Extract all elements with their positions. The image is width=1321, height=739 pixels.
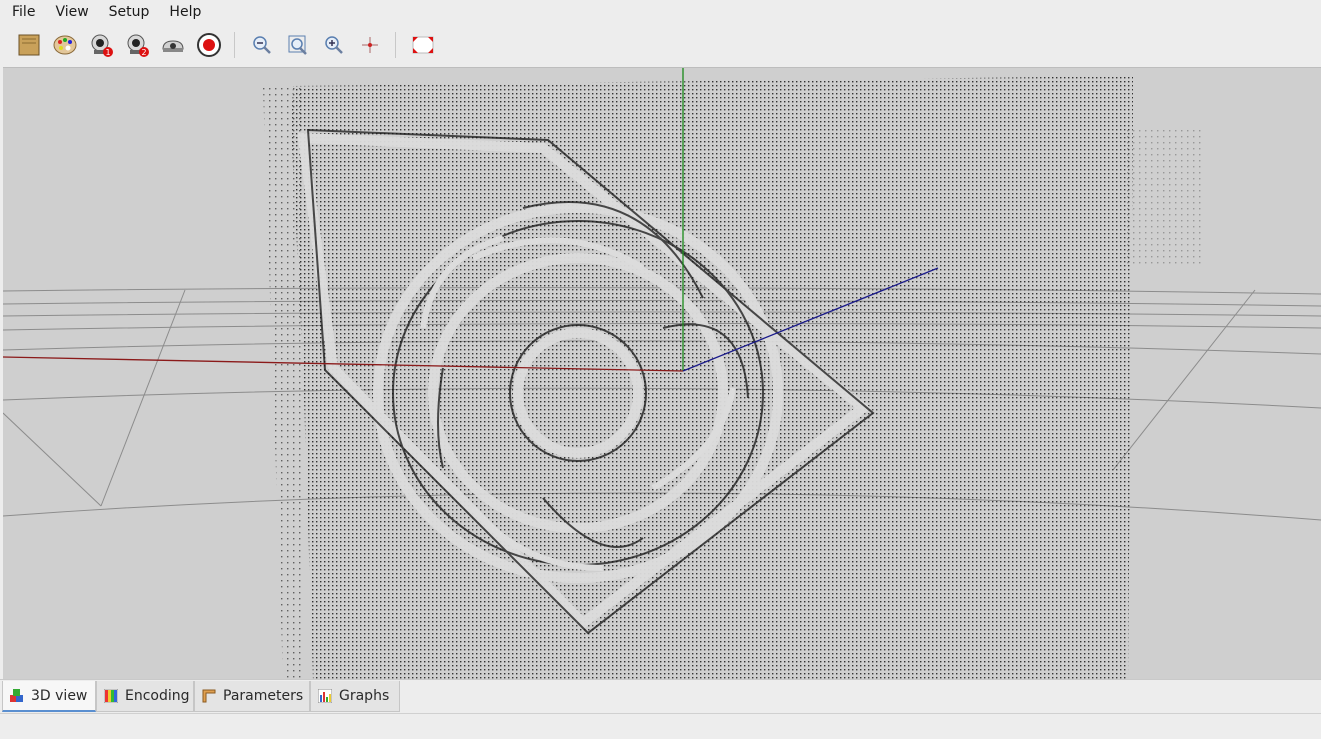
open-map-icon[interactable] [14,30,44,60]
menu-setup[interactable]: Setup [97,0,158,24]
tab-graphs-label: Graphs [339,688,390,704]
view-tab-bar: 3D view Encoding Parameters Graphs [0,679,1321,714]
tab-encoding-label: Encoding [125,688,190,704]
menu-file[interactable]: File [0,0,43,24]
ruler-icon [202,689,216,703]
palette-icon[interactable] [50,30,80,60]
bar-graph-icon [318,689,332,703]
point-cloud-canvas[interactable] [3,68,1321,680]
projector-icon[interactable] [158,30,188,60]
tab-3d-view-label: 3D view [31,687,88,704]
tab-3d-view[interactable]: 3D view [2,681,96,712]
point-cloud [263,76,1203,680]
tab-parameters-label: Parameters [223,688,304,704]
frame-icon[interactable] [408,30,438,60]
camera-2-icon[interactable]: 2 [122,30,152,60]
toolbar-separator [234,32,235,58]
menu-bar: File View Setup Help [0,0,1321,24]
menu-view[interactable]: View [43,0,96,24]
toolbar: 1 2 [0,26,1321,64]
tab-parameters[interactable]: Parameters [194,681,310,712]
svg-text:1: 1 [105,48,110,57]
zoom-out-icon[interactable] [247,30,277,60]
cubes-icon [10,688,23,702]
status-bar [0,713,1321,739]
zoom-fit-icon[interactable] [283,30,313,60]
camera-1-icon[interactable]: 1 [86,30,116,60]
3d-viewport[interactable] [3,67,1321,680]
tab-encoding[interactable]: Encoding [96,681,194,712]
menu-help[interactable]: Help [157,0,209,24]
toolbar-separator-2 [395,32,396,58]
zoom-in-icon[interactable] [319,30,349,60]
tab-graphs[interactable]: Graphs [310,681,400,712]
svg-text:2: 2 [141,48,146,57]
record-icon[interactable] [194,30,224,60]
color-bars-icon [104,689,118,703]
center-icon[interactable] [355,30,385,60]
